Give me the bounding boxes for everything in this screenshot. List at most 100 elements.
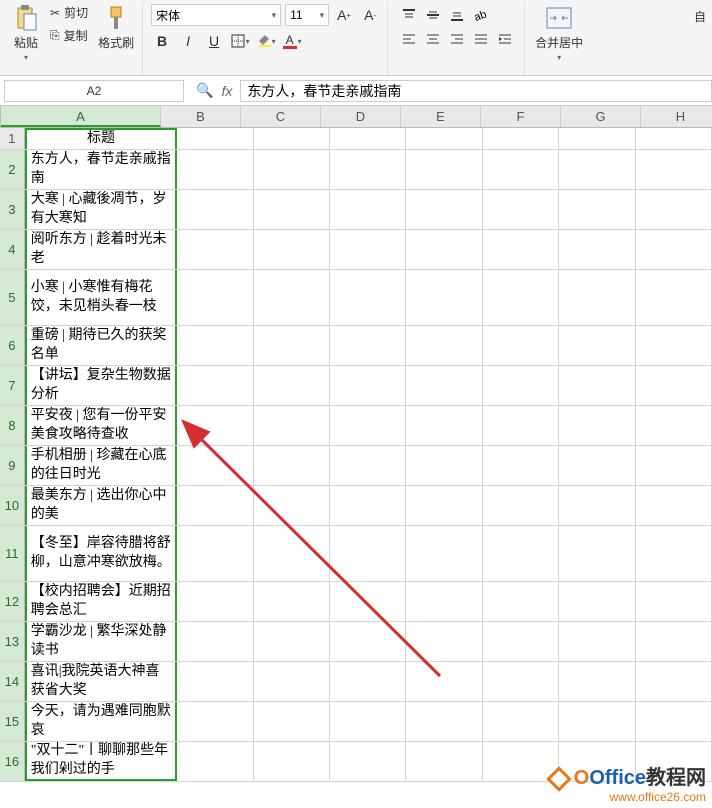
cell[interactable] — [636, 230, 712, 269]
cell[interactable] — [559, 526, 635, 581]
cell[interactable] — [254, 526, 330, 581]
cell[interactable] — [177, 526, 253, 581]
row-header[interactable]: 10 — [0, 486, 25, 525]
font-color-button[interactable]: A — [281, 30, 303, 52]
cell[interactable] — [483, 128, 559, 149]
cell[interactable] — [177, 190, 253, 229]
cell[interactable]: 小寒 | 小寒惟有梅花饺，未见梢头春一枝 — [25, 270, 177, 325]
italic-button[interactable]: I — [177, 30, 199, 52]
cell[interactable] — [254, 662, 330, 701]
row-header[interactable]: 7 — [0, 366, 25, 405]
font-size-combo[interactable]: ▾ — [285, 4, 329, 26]
cell[interactable]: "双十二"丨聊聊那些年我们剁过的手 — [25, 742, 177, 781]
cell[interactable] — [177, 150, 253, 189]
cell[interactable] — [177, 406, 253, 445]
cell[interactable] — [330, 128, 406, 149]
cell[interactable] — [636, 326, 712, 365]
cell[interactable] — [636, 582, 712, 621]
cell[interactable] — [559, 326, 635, 365]
justify-button[interactable] — [470, 28, 492, 50]
cell[interactable] — [559, 702, 635, 741]
cell[interactable] — [406, 406, 482, 445]
cell[interactable] — [177, 366, 253, 405]
cell[interactable] — [254, 486, 330, 525]
row-header[interactable]: 5 — [0, 270, 25, 325]
cell[interactable] — [406, 662, 482, 701]
row-header[interactable]: 11 — [0, 526, 25, 581]
increase-font-button[interactable]: A+ — [333, 4, 355, 26]
cell[interactable] — [330, 230, 406, 269]
cell[interactable] — [483, 406, 559, 445]
cell[interactable] — [254, 446, 330, 485]
cell[interactable] — [330, 662, 406, 701]
align-bottom-button[interactable] — [446, 4, 468, 26]
borders-button[interactable] — [229, 30, 251, 52]
cell[interactable] — [177, 582, 253, 621]
align-top-button[interactable] — [398, 4, 420, 26]
cell[interactable] — [177, 662, 253, 701]
cell[interactable]: 阅听东方 | 趁着时光未老 — [25, 230, 177, 269]
column-header-A[interactable]: A — [1, 106, 161, 127]
indent-button[interactable] — [494, 28, 516, 50]
cell[interactable] — [483, 702, 559, 741]
cell[interactable] — [559, 406, 635, 445]
cell[interactable] — [559, 230, 635, 269]
cell[interactable] — [177, 622, 253, 661]
cut-button[interactable]: ✂ 剪切 — [46, 2, 92, 23]
align-right-button[interactable] — [446, 28, 468, 50]
cell[interactable] — [177, 486, 253, 525]
auto-wrap-button[interactable]: 自 — [690, 6, 710, 27]
cell[interactable] — [254, 702, 330, 741]
cell[interactable] — [254, 742, 330, 781]
fill-color-button[interactable] — [255, 30, 277, 52]
row-header[interactable]: 13 — [0, 622, 25, 661]
align-middle-button[interactable] — [422, 4, 444, 26]
paste-button[interactable]: 粘贴 ▾ — [8, 2, 44, 64]
row-header[interactable]: 4 — [0, 230, 25, 269]
cell[interactable] — [177, 230, 253, 269]
font-name-input[interactable] — [156, 8, 269, 22]
cell[interactable] — [483, 622, 559, 661]
cell[interactable] — [177, 128, 253, 149]
cell[interactable] — [330, 622, 406, 661]
cell[interactable]: 学霸沙龙 | 繁华深处静读书 — [25, 622, 177, 661]
row-header[interactable]: 1 — [0, 128, 25, 149]
cell[interactable] — [406, 446, 482, 485]
cell[interactable] — [330, 526, 406, 581]
cell[interactable] — [559, 446, 635, 485]
cell[interactable] — [636, 486, 712, 525]
cell[interactable] — [483, 742, 559, 781]
cell[interactable] — [330, 366, 406, 405]
cell[interactable]: 平安夜 | 您有一份平安美食攻略待查收 — [25, 406, 177, 445]
cell[interactable] — [254, 622, 330, 661]
cell[interactable]: 手机相册 | 珍藏在心底的往日时光 — [25, 446, 177, 485]
align-center-button[interactable] — [422, 28, 444, 50]
cell[interactable] — [254, 326, 330, 365]
format-painter-button[interactable]: 格式刷 — [94, 2, 138, 53]
column-header-B[interactable]: B — [161, 106, 241, 127]
cell[interactable]: 大寒 | 心藏後凋节，岁有大寒知 — [25, 190, 177, 229]
cell[interactable] — [559, 366, 635, 405]
cell[interactable] — [483, 486, 559, 525]
cell[interactable] — [483, 526, 559, 581]
cell[interactable] — [177, 742, 253, 781]
cell[interactable] — [636, 190, 712, 229]
name-box[interactable]: A2 — [4, 80, 184, 102]
cell[interactable] — [330, 270, 406, 325]
column-header-H[interactable]: H — [641, 106, 712, 127]
cell[interactable] — [254, 582, 330, 621]
font-size-input[interactable] — [290, 8, 317, 22]
cell[interactable] — [483, 446, 559, 485]
cell[interactable] — [330, 582, 406, 621]
chevron-down-icon[interactable]: ▾ — [318, 10, 325, 21]
cell[interactable] — [483, 366, 559, 405]
cell[interactable] — [559, 190, 635, 229]
cell[interactable] — [636, 662, 712, 701]
row-header[interactable]: 9 — [0, 446, 25, 485]
row-header[interactable]: 2 — [0, 150, 25, 189]
cell[interactable] — [177, 446, 253, 485]
cell[interactable] — [177, 326, 253, 365]
fx-icon[interactable]: fx — [221, 83, 232, 99]
cell[interactable] — [254, 150, 330, 189]
cell[interactable] — [483, 270, 559, 325]
